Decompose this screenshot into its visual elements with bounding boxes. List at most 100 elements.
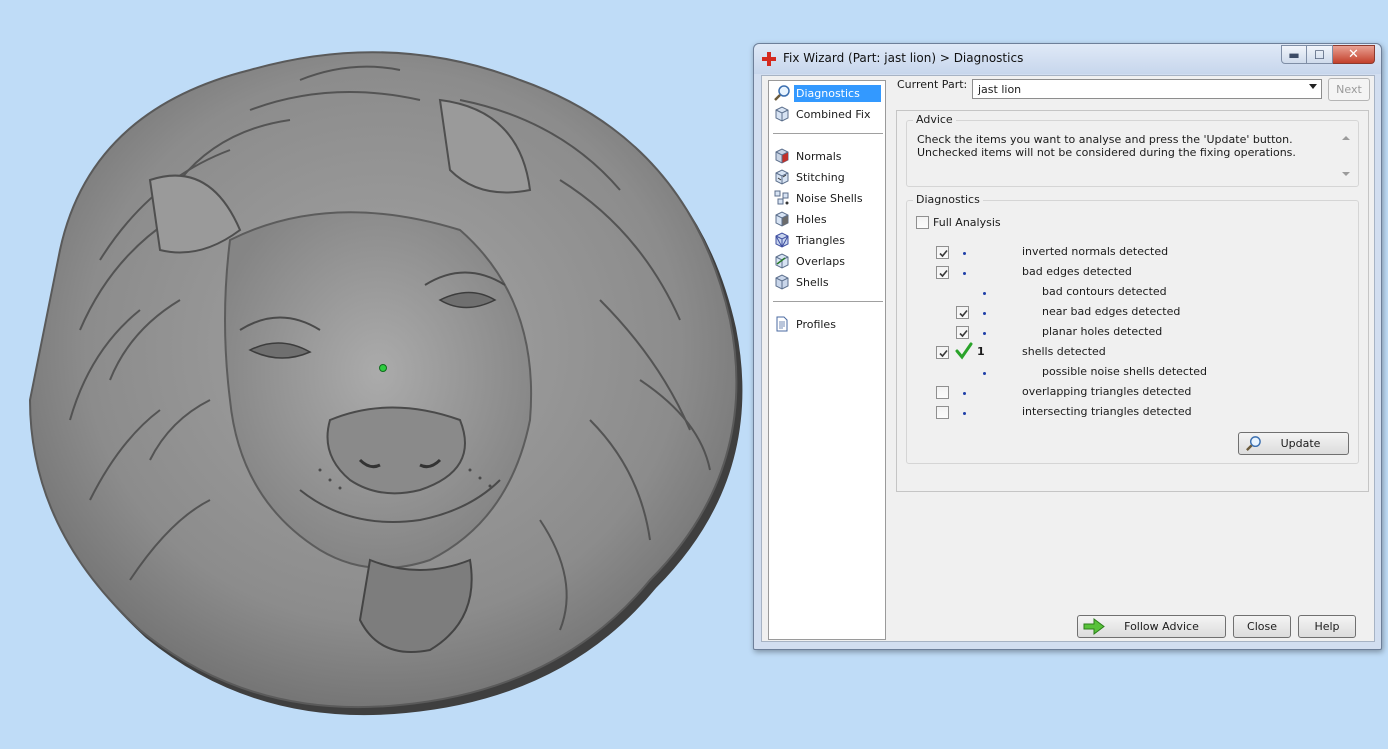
close-icon: ✕ [1348, 47, 1359, 62]
nav-item-label: Shells [796, 275, 829, 289]
scroll-down-icon[interactable] [1342, 172, 1350, 176]
checkmark-icon [959, 309, 968, 318]
inverted-normals-checkbox[interactable] [936, 246, 949, 259]
cube-icon [775, 106, 789, 122]
overlaps-cube-icon [775, 253, 789, 269]
magnifier-icon [774, 85, 790, 101]
stitching-cube-icon [775, 169, 789, 185]
nav-item-label: Combined Fix [796, 107, 871, 121]
bullet-icon [963, 252, 966, 255]
bullet-icon [983, 372, 986, 375]
advice-text: Check the items you want to analyse and … [911, 131, 1347, 179]
diagnostic-row-label: near bad edges detected [1042, 305, 1181, 318]
noise-shells-icon [774, 190, 789, 205]
nav-item-label: Overlaps [796, 254, 845, 268]
chevron-down-icon [1309, 84, 1317, 89]
dialog-client-area: Diagnostics Combined Fix Normals Stitchi… [761, 75, 1375, 642]
triangles-cube-icon [775, 232, 789, 248]
nav-item-overlaps[interactable]: Overlaps [773, 251, 883, 271]
diagnostics-group: Diagnostics Full Analysis inverted norma… [906, 193, 1359, 464]
update-label: Update [1280, 437, 1321, 450]
near-bad-edges-checkbox[interactable] [956, 306, 969, 319]
bullet-icon [963, 412, 966, 415]
follow-advice-label: Follow Advice [1124, 620, 1199, 633]
intersecting-triangles-checkbox[interactable] [936, 406, 949, 419]
bullet-icon [963, 392, 966, 395]
nav-item-label: Normals [796, 149, 842, 163]
checkmark-icon [939, 249, 948, 258]
close-button[interactable]: Close [1233, 615, 1291, 638]
nav-item-noise-shells[interactable]: Noise Shells [773, 188, 883, 208]
title-bar[interactable]: Fix Wizard (Part: jast lion) > Diagnosti… [754, 44, 1381, 74]
full-analysis-label: Full Analysis [933, 216, 1001, 229]
advice-title: Advice [913, 113, 956, 126]
maximize-icon: ☐ [1314, 48, 1325, 62]
3d-viewport[interactable] [0, 0, 750, 749]
document-icon [776, 316, 788, 332]
fix-wizard-window: Fix Wizard (Part: jast lion) > Diagnosti… [753, 43, 1382, 650]
current-part-select[interactable]: jast lion [972, 79, 1322, 99]
checkmark-icon [939, 349, 948, 358]
nav-item-combined-fix[interactable]: Combined Fix [773, 104, 883, 124]
close-window-button[interactable]: ✕ [1333, 45, 1375, 64]
nav-item-normals[interactable]: Normals [773, 146, 883, 166]
shells-cube-icon [775, 274, 789, 290]
nav-item-shells[interactable]: Shells [773, 272, 883, 292]
magnifier-icon [1246, 436, 1261, 451]
follow-advice-button[interactable]: Follow Advice [1077, 615, 1226, 638]
next-button[interactable]: Next [1328, 78, 1370, 101]
overlapping-triangles-checkbox[interactable] [936, 386, 949, 399]
diagnostic-row-label: overlapping triangles detected [1022, 385, 1192, 398]
diagnostic-row-label: intersecting triangles detected [1022, 405, 1192, 418]
maximize-button[interactable]: ☐ [1307, 45, 1333, 64]
nav-divider [773, 301, 883, 302]
bullet-icon [963, 272, 966, 275]
diagnostic-row-label: bad contours detected [1042, 285, 1167, 298]
current-part-label: Current Part: [897, 78, 968, 91]
bullet-icon [983, 332, 986, 335]
nav-item-label: Noise Shells [796, 191, 863, 205]
nav-item-profiles[interactable]: Profiles [773, 314, 883, 334]
nav-divider [773, 133, 883, 134]
planar-holes-checkbox[interactable] [956, 326, 969, 339]
nav-item-holes[interactable]: Holes [773, 209, 883, 229]
green-check-icon [955, 342, 973, 360]
nav-item-label: Holes [796, 212, 827, 226]
checkmark-icon [959, 329, 968, 338]
minimize-icon: ▬ [1288, 48, 1300, 62]
advice-scrollbar[interactable] [1340, 133, 1352, 179]
nav-item-diagnostics[interactable]: Diagnostics [773, 83, 883, 103]
update-button[interactable]: Update [1238, 432, 1349, 455]
arrow-right-icon [1083, 618, 1105, 635]
diagnostic-row-label: inverted normals detected [1022, 245, 1169, 258]
lion-head-model[interactable] [0, 0, 750, 749]
diagnostic-row-label: shells detected [1022, 345, 1106, 358]
diagnostics-title: Diagnostics [913, 193, 983, 206]
diagnostic-row-label: possible noise shells detected [1042, 365, 1208, 378]
nav-item-triangles[interactable]: Triangles [773, 230, 883, 250]
nav-item-label: Stitching [796, 170, 845, 184]
pivot-point-marker [379, 364, 387, 372]
help-button[interactable]: Help [1298, 615, 1356, 638]
normals-cube-icon [775, 148, 789, 164]
full-analysis-checkbox[interactable] [916, 216, 929, 229]
bullet-icon [983, 292, 986, 295]
diagnostics-page: Advice Check the items you want to analy… [896, 110, 1369, 492]
holes-cube-icon [775, 211, 789, 227]
advice-group: Advice Check the items you want to analy… [906, 113, 1359, 187]
red-cross-icon [762, 52, 776, 66]
bullet-icon [983, 312, 986, 315]
current-part-value: jast lion [978, 83, 1022, 96]
scroll-up-icon[interactable] [1342, 136, 1350, 140]
nav-item-label: Triangles [796, 233, 845, 247]
nav-item-stitching[interactable]: Stitching [773, 167, 883, 187]
bad-edges-checkbox[interactable] [936, 266, 949, 279]
window-title: Fix Wizard (Part: jast lion) > Diagnosti… [783, 51, 1024, 65]
diagnostic-row-label: bad edges detected [1022, 265, 1132, 278]
shells-checkbox[interactable] [936, 346, 949, 359]
nav-item-label: Diagnostics [794, 84, 881, 102]
nav-item-label: Profiles [796, 317, 836, 331]
checkmark-icon [939, 269, 948, 278]
minimize-button[interactable]: ▬ [1281, 45, 1307, 64]
diagnostic-row-label: planar holes detected [1042, 325, 1163, 338]
